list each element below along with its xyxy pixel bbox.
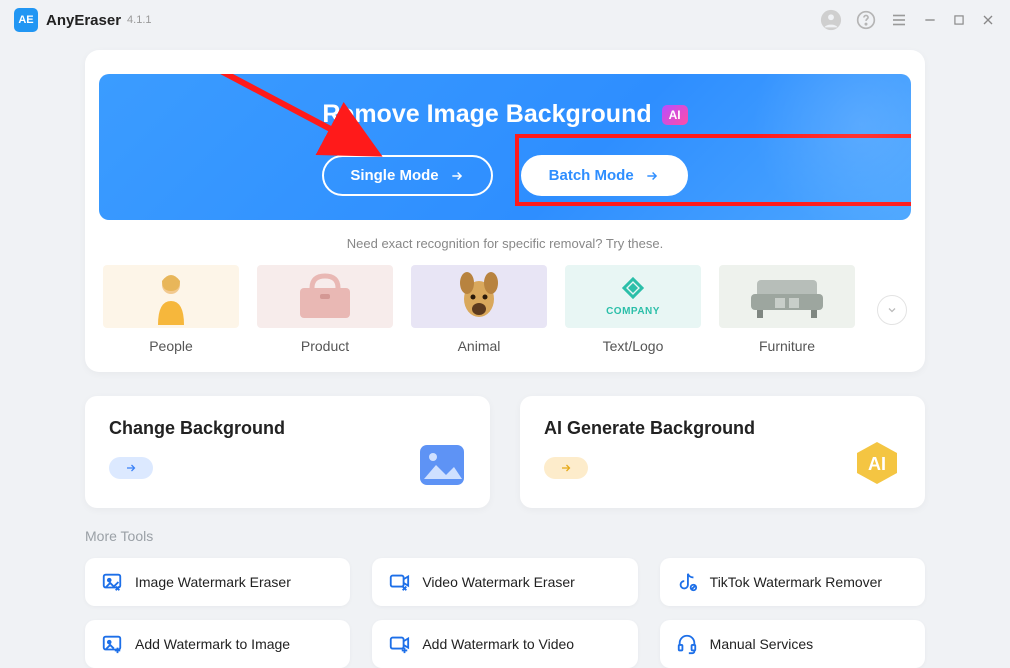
card-title: Change Background	[109, 418, 466, 439]
single-mode-label: Single Mode	[350, 167, 438, 184]
card-title: AI Generate Background	[544, 418, 901, 439]
ai-generate-background-card[interactable]: AI Generate Background AI	[520, 396, 925, 508]
category-people[interactable]: People	[103, 265, 239, 354]
category-label: Furniture	[719, 338, 855, 354]
app-logo: AE	[14, 8, 38, 32]
category-label: Product	[257, 338, 393, 354]
change-background-card[interactable]: Change Background	[85, 396, 490, 508]
tool-image-watermark-eraser[interactable]: Image Watermark Eraser	[85, 558, 350, 606]
category-text-logo[interactable]: COMPANY Text/Logo	[565, 265, 701, 354]
tool-label: TikTok Watermark Remover	[710, 574, 882, 590]
arrow-right-icon	[449, 169, 465, 183]
tool-label: Video Watermark Eraser	[422, 574, 575, 590]
image-add-icon	[101, 633, 123, 655]
arrow-right-icon	[124, 462, 138, 474]
video-erase-icon	[388, 571, 410, 593]
ai-bg-go-button[interactable]	[544, 457, 588, 479]
video-add-icon	[388, 633, 410, 655]
tool-video-watermark-eraser[interactable]: Video Watermark Eraser	[372, 558, 637, 606]
furniture-thumb	[719, 265, 855, 328]
app-version: 4.1.1	[127, 14, 151, 26]
tool-tiktok-watermark-remover[interactable]: TikTok Watermark Remover	[660, 558, 925, 606]
tool-label: Manual Services	[710, 636, 814, 652]
arrow-right-icon	[644, 169, 660, 183]
category-label: Animal	[411, 338, 547, 354]
account-icon[interactable]	[820, 9, 842, 31]
text-logo-thumb: COMPANY	[565, 265, 701, 328]
titlebar: AE AnyEraser 4.1.1	[0, 0, 1010, 40]
app-name: AnyEraser	[46, 12, 121, 29]
people-thumb	[103, 265, 239, 328]
company-text: COMPANY	[606, 306, 660, 317]
category-product[interactable]: Product	[257, 265, 393, 354]
animal-thumb	[411, 265, 547, 328]
tool-add-watermark-image[interactable]: Add Watermark to Image	[85, 620, 350, 668]
close-icon[interactable]	[980, 12, 996, 28]
category-row: People Product Animal COMPANY Text/Lo	[99, 265, 911, 354]
image-erase-icon	[101, 571, 123, 593]
category-furniture[interactable]: Furniture	[719, 265, 855, 354]
tool-label: Add Watermark to Video	[422, 636, 574, 652]
minimize-icon[interactable]	[922, 12, 938, 28]
menu-icon[interactable]	[890, 11, 908, 29]
category-animal[interactable]: Animal	[411, 265, 547, 354]
maximize-icon[interactable]	[952, 13, 966, 27]
tool-manual-services[interactable]: Manual Services	[660, 620, 925, 668]
tool-label: Image Watermark Eraser	[135, 574, 291, 590]
tiktok-icon	[676, 571, 698, 593]
headset-icon	[676, 633, 698, 655]
category-label: Text/Logo	[565, 338, 701, 354]
category-next-button[interactable]	[877, 295, 907, 325]
picture-icon	[418, 443, 466, 492]
batch-mode-button[interactable]: Batch Mode	[521, 155, 688, 196]
hero-card: Remove Image Background AI Single Mode B…	[85, 50, 925, 372]
single-mode-button[interactable]: Single Mode	[322, 155, 492, 196]
help-icon[interactable]	[856, 10, 876, 30]
batch-mode-label: Batch Mode	[549, 167, 634, 184]
more-tools-label: More Tools	[85, 528, 925, 544]
change-bg-go-button[interactable]	[109, 457, 153, 479]
arrow-right-icon	[559, 462, 573, 474]
category-label: People	[103, 338, 239, 354]
tool-add-watermark-video[interactable]: Add Watermark to Video	[372, 620, 637, 668]
svg-text:AI: AI	[868, 454, 886, 474]
product-thumb	[257, 265, 393, 328]
ai-hex-icon: AI	[853, 439, 901, 492]
hero-banner: Remove Image Background AI Single Mode B…	[99, 74, 911, 220]
tool-label: Add Watermark to Image	[135, 636, 290, 652]
chevron-down-icon	[886, 304, 898, 316]
ai-badge: AI	[662, 105, 688, 125]
hero-title: Remove Image Background	[322, 100, 651, 129]
hero-hint: Need exact recognition for specific remo…	[99, 236, 911, 251]
